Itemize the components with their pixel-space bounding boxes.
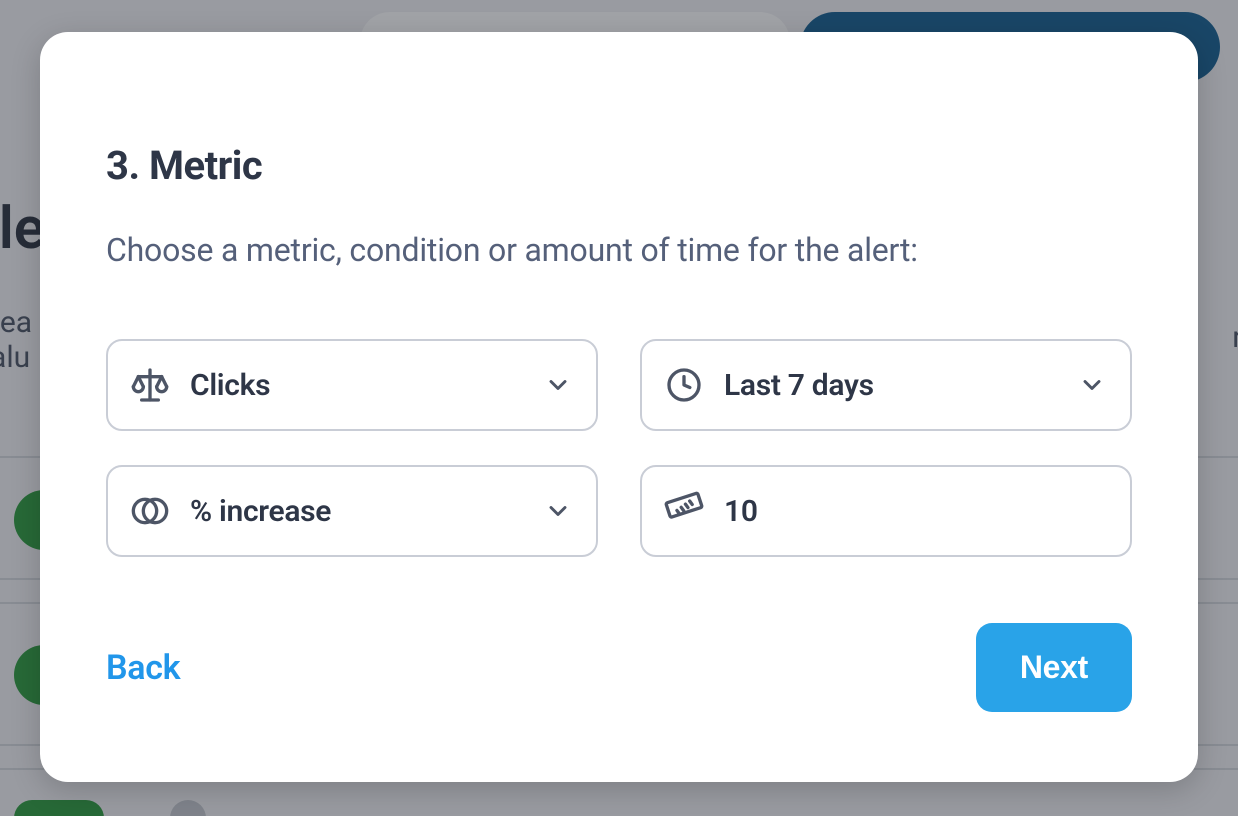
chevron-down-icon — [544, 371, 572, 399]
form-grid: Clicks Last 7 days — [106, 339, 1132, 557]
scales-icon — [130, 365, 170, 405]
amount-input[interactable] — [704, 494, 1106, 529]
period-select-value: Last 7 days — [704, 368, 1078, 403]
metric-select-value: Clicks — [170, 368, 544, 403]
chevron-down-icon — [1078, 371, 1106, 399]
amount-input-field[interactable] — [640, 465, 1132, 557]
ruler-icon — [664, 491, 704, 531]
modal-title: 3. Metric — [106, 142, 1132, 189]
chevron-down-icon — [544, 497, 572, 525]
venn-icon — [130, 491, 170, 531]
clock-icon — [664, 365, 704, 405]
back-button[interactable]: Back — [106, 648, 180, 688]
modal-footer: Back Next — [106, 623, 1132, 712]
condition-select-value: % increase — [170, 494, 544, 529]
modal-subtitle: Choose a metric, condition or amount of … — [106, 231, 1132, 269]
metric-step-modal: 3. Metric Choose a metric, condition or … — [40, 32, 1198, 782]
condition-select[interactable]: % increase — [106, 465, 598, 557]
next-button[interactable]: Next — [976, 623, 1132, 712]
metric-select[interactable]: Clicks — [106, 339, 598, 431]
period-select[interactable]: Last 7 days — [640, 339, 1132, 431]
